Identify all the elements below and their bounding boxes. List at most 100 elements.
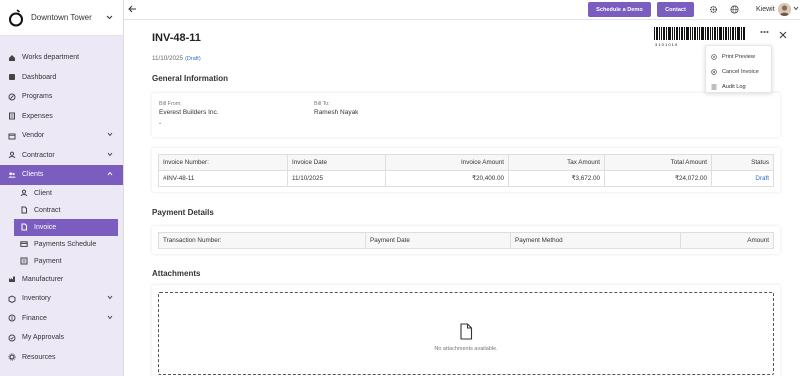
programs-icon (8, 93, 16, 101)
sidebar-item-expenses[interactable]: Expenses (0, 107, 123, 127)
column-header: Payment Date (365, 232, 511, 249)
sidebar-item-contractor[interactable]: Contractor (0, 146, 123, 166)
document-icon (460, 323, 473, 340)
bill-from-label: Bill From: (159, 101, 182, 107)
sidebar-item-client[interactable]: Client (0, 185, 123, 202)
sidebar-item-dashboard[interactable]: Dashboard (0, 68, 123, 88)
chevron-down-icon[interactable] (793, 6, 799, 11)
sidebar-item-inventory[interactable]: Inventory (0, 289, 123, 309)
sidebar-item-label: Manufacturer (22, 275, 64, 283)
chevron-down-icon (106, 15, 113, 20)
table-cell: 11/10/2025 (287, 170, 386, 187)
sidebar-item-label: Expenses (22, 112, 53, 120)
menu-item-audit-log[interactable]: Audit Log (706, 79, 771, 94)
sidebar-item-label: Payment (34, 257, 62, 265)
bill-to-label: Bill To: (314, 101, 330, 107)
general-information-heading: General Information (152, 74, 229, 83)
bill-from-extra: - (159, 120, 162, 127)
invoice-date-value: 11/10/2025 (152, 55, 184, 62)
sidebar-item-label: My Approvals (22, 334, 65, 342)
cancel-icon (711, 68, 717, 75)
sidebar-item-label: Finance (22, 314, 47, 322)
chevron-down-icon (107, 295, 113, 300)
menu-item-label: Print Preview (722, 53, 755, 60)
invoice-date: 11/10/2025 (Draft) (152, 55, 201, 62)
sidebar-item-label: Dashboard (22, 73, 57, 81)
attachments-dropzone[interactable]: No attachments available. (158, 292, 774, 375)
print-icon (711, 53, 717, 60)
schedule-demo-button[interactable]: Schedule a Demo (588, 2, 651, 17)
project-name: Downtown Tower (31, 13, 92, 22)
close-icon[interactable] (779, 31, 787, 39)
status-link[interactable]: Draft (711, 170, 774, 187)
clients-icon (8, 171, 16, 179)
approvals-icon (8, 334, 16, 342)
table-header-row: Invoice Number: Invoice Date Invoice Amo… (158, 154, 774, 171)
sidebar-item-payment[interactable]: Payment (0, 253, 123, 270)
table-cell: ₹20,400.00 (385, 170, 509, 187)
main-content: INV-48-11 11/10/2025 (Draft) 3 1 0 1 0 1 … (124, 20, 800, 376)
empty-state-text: No attachments available. (434, 346, 498, 352)
factory-icon (8, 275, 16, 283)
box-icon (8, 295, 16, 303)
gear-icon[interactable] (709, 5, 718, 14)
sidebar-item-label: Client (34, 189, 52, 197)
project-selector[interactable]: Downtown Tower (0, 0, 123, 36)
column-header: Transaction Number: (158, 232, 366, 249)
table-header-row: Transaction Number: Payment Date Payment… (158, 232, 774, 249)
sidebar-item-manufacturer[interactable]: Manufacturer (0, 270, 123, 290)
contact-button[interactable]: Contact (657, 2, 694, 17)
general-information-card: Bill From: Everest Builders Inc. - Bill … (152, 93, 780, 137)
sidebar-item-label: Contract (34, 206, 61, 214)
sidebar: Downtown Tower Works department Dashboar… (0, 0, 124, 376)
sidebar-item-label: Vendor (22, 132, 45, 140)
topbar: Schedule a Demo Contact Kiewit (124, 0, 800, 20)
menu-item-cancel-invoice[interactable]: Cancel Invoice (706, 64, 771, 79)
sidebar-item-invoice[interactable]: Invoice (14, 218, 118, 236)
column-header: Tax Amount (508, 154, 605, 171)
sidebar-item-works-department[interactable]: Works department (0, 48, 123, 68)
list-icon (711, 84, 717, 90)
sidebar-item-finance[interactable]: Finance (0, 309, 123, 329)
globe-icon[interactable] (730, 5, 739, 14)
page-title: INV-48-11 (152, 32, 201, 44)
menu-item-label: Audit Log (722, 83, 746, 90)
sidebar-item-resources[interactable]: Resources (0, 348, 123, 368)
user-name[interactable]: Kiewit (756, 6, 775, 13)
table-cell: ₹24,072.00 (604, 170, 712, 187)
chevron-up-icon (107, 171, 113, 176)
back-arrow-icon[interactable] (128, 5, 137, 13)
sidebar-item-vendor[interactable]: Vendor (0, 126, 123, 146)
sidebar-item-clients[interactable]: Clients (0, 165, 123, 185)
more-options-icon[interactable] (760, 30, 769, 34)
column-header: Total Amount (604, 154, 712, 171)
column-header: Amount (680, 232, 774, 249)
avatar[interactable] (778, 3, 791, 16)
bill-to-value: Ramesh Nayak (314, 109, 359, 116)
menu-item-print-preview[interactable]: Print Preview (706, 49, 771, 64)
chevron-down-icon (107, 132, 113, 137)
contract-icon (20, 206, 28, 214)
logo-icon (9, 8, 23, 26)
contractor-icon (8, 151, 16, 159)
sidebar-item-label: Inventory (22, 295, 51, 303)
sidebar-item-contract[interactable]: Contract (0, 202, 123, 219)
barcode-digits: 3 1 0 1 0 1 9 (655, 42, 678, 47)
chevron-down-icon (107, 315, 113, 319)
sidebar-item-programs[interactable]: Programs (0, 87, 123, 107)
sidebar-item-label: Resources (22, 353, 56, 361)
vendor-icon (8, 132, 16, 140)
column-header: Invoice Amount (385, 154, 509, 171)
attachments-card: No attachments available. (152, 285, 780, 376)
column-header: Payment Method (510, 232, 681, 249)
payment-details-card: Transaction Number: Payment Date Payment… (152, 226, 780, 254)
invoice-summary-table: Invoice Number: Invoice Date Invoice Amo… (158, 154, 774, 187)
sidebar-item-label: Invoice (34, 223, 57, 231)
bill-from-value: Everest Builders Inc. (159, 109, 219, 116)
sidebar-item-my-approvals[interactable]: My Approvals (0, 328, 123, 348)
column-header: Invoice Date (287, 154, 386, 171)
sidebar-item-payments-schedule[interactable]: Payments Schedule (0, 236, 123, 253)
table-cell: ₹3,672.00 (508, 170, 605, 187)
attachments-heading: Attachments (152, 269, 201, 278)
menu-item-label: Cancel Invoice (722, 68, 759, 75)
